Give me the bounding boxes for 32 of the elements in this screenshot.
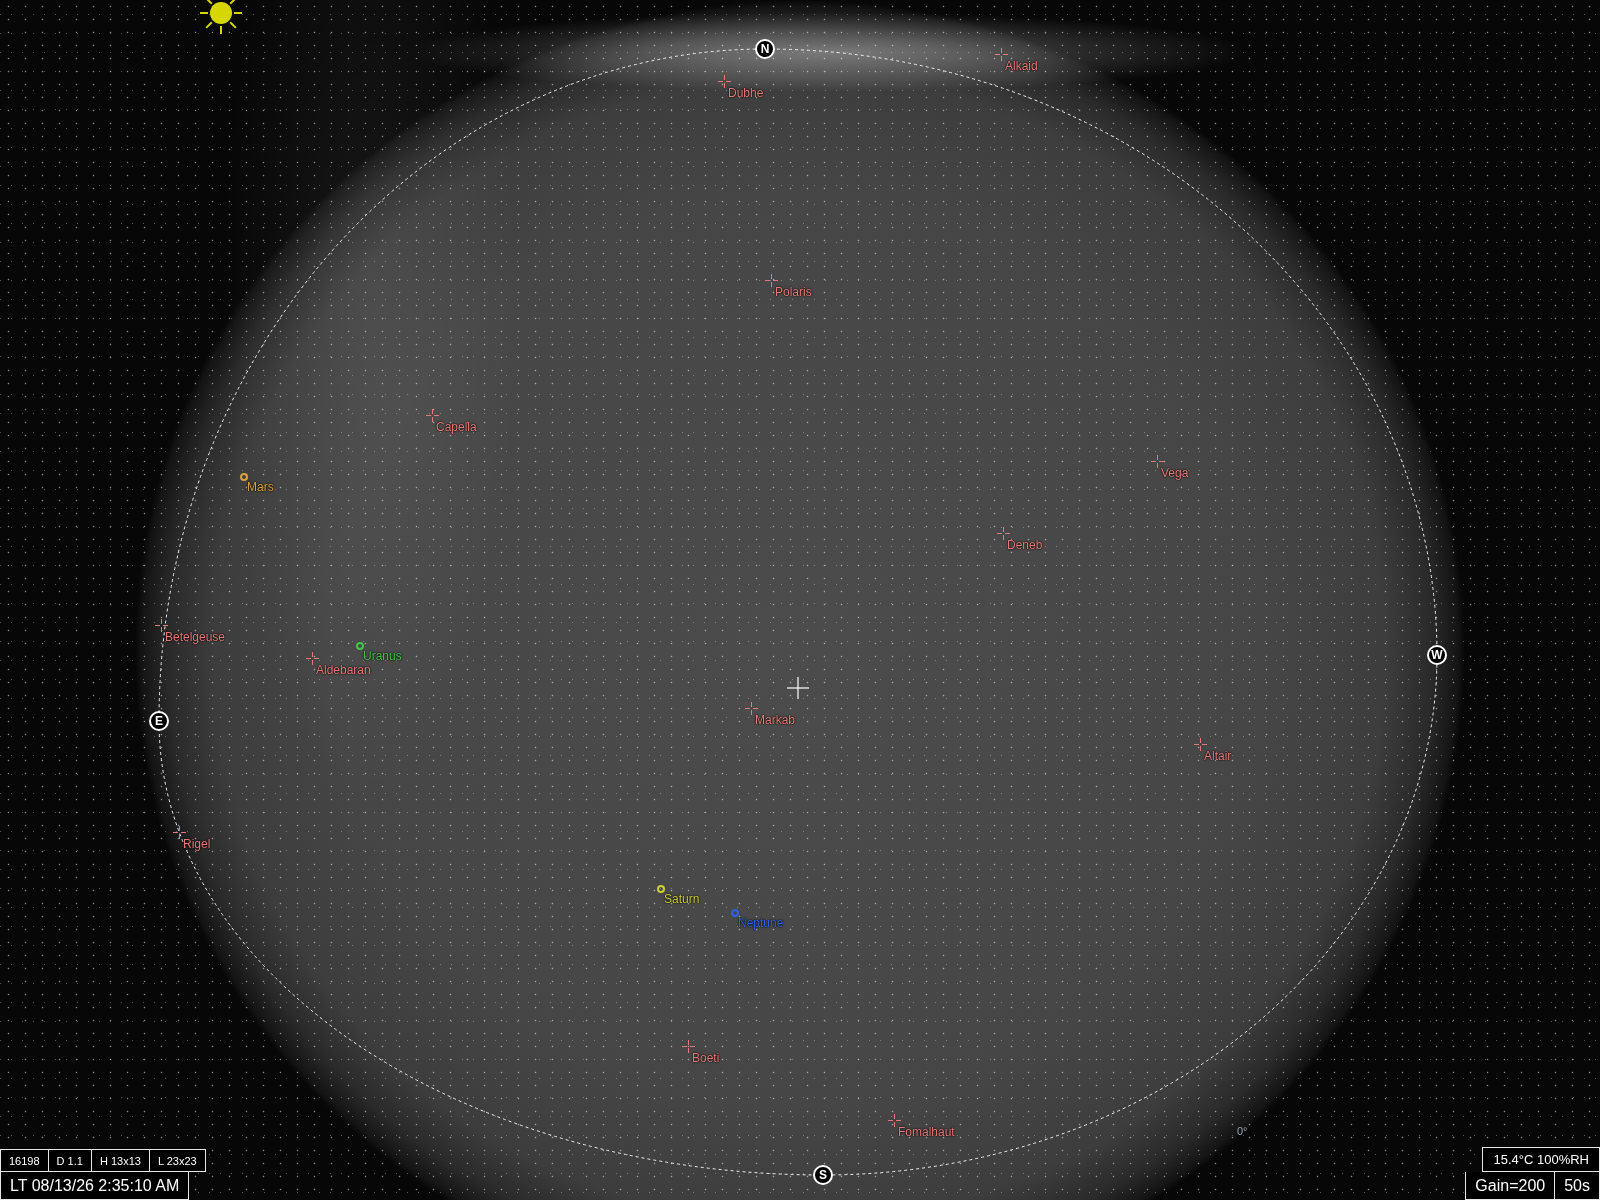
crosshair-icon — [787, 677, 809, 699]
star-label: Altair — [1204, 750, 1232, 763]
planet-label: Saturn — [664, 893, 700, 906]
compass-marker: S — [813, 1165, 833, 1185]
exposure-readout: 50s — [1555, 1172, 1600, 1200]
star-label: Fomalhaut — [898, 1126, 955, 1139]
sensor-readout: 15.4°C 100%RH — [1482, 1147, 1600, 1172]
sun-icon — [200, 0, 242, 35]
planet-label: Uranus — [363, 650, 402, 663]
compass-marker: W — [1427, 645, 1447, 665]
compass-marker: E — [149, 711, 169, 731]
star-label: Aldebaran — [316, 664, 371, 677]
star-label: Dubhe — [728, 87, 764, 100]
status-readout: L 23x23 — [149, 1149, 206, 1172]
compass-marker: N — [755, 39, 775, 59]
star-label: Capella — [436, 421, 477, 434]
star-label: Polaris — [775, 286, 812, 299]
timestamp-readout: LT 08/13/26 2:35:10 AM — [0, 1172, 190, 1200]
status-readout: D 1.1 — [48, 1149, 92, 1172]
star-label: Betelgeuse — [165, 631, 226, 644]
star-label: Rigel — [183, 838, 211, 851]
gain-readout: Gain=200 — [1465, 1172, 1556, 1200]
degree-label: 0° — [1237, 1125, 1248, 1138]
planet-label: Mars — [247, 481, 274, 494]
star-label: Markab — [755, 714, 795, 727]
star-label: Vega — [1161, 467, 1189, 480]
status-readout: H 13x13 — [91, 1149, 150, 1172]
star-label: Deneb — [1007, 539, 1043, 552]
star-label: Boeti — [692, 1052, 720, 1065]
planet-label: Neptune — [738, 917, 784, 930]
status-readout: 16198 — [0, 1149, 49, 1172]
star-label: Alkaid — [1005, 60, 1038, 73]
